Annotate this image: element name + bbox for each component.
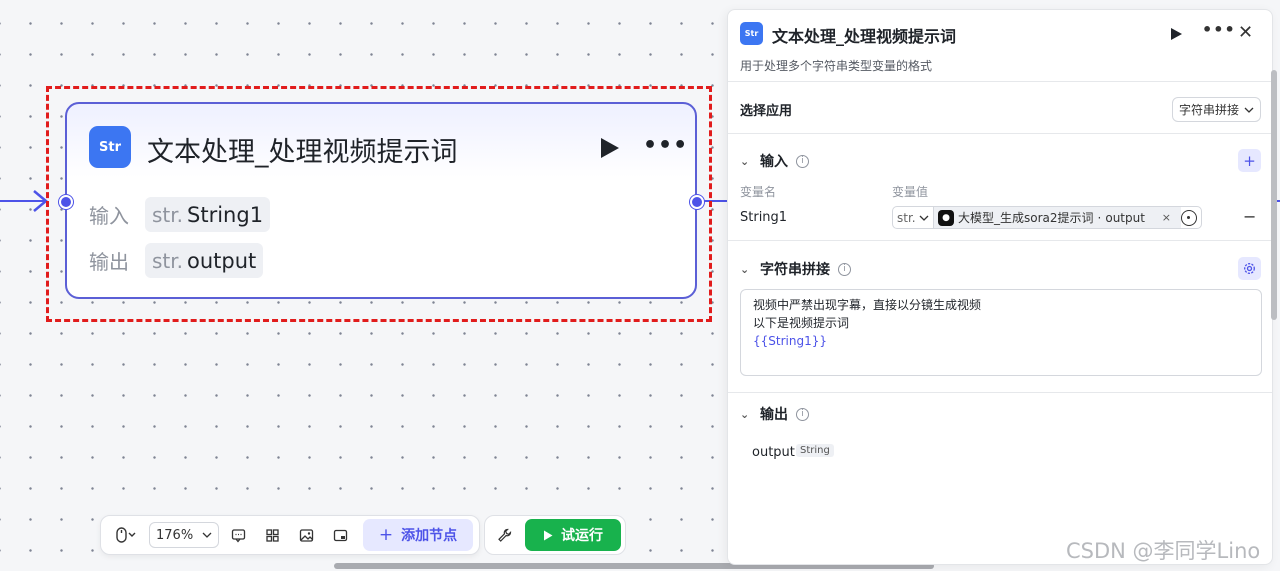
node-settings-panel: Str 文本处理_处理视频提示词 ••• ✕ 用于处理多个字符串类型变量的格式 … [727, 9, 1273, 565]
text-process-node[interactable]: Str 文本处理_处理视频提示词 ••• 输入 str. String1 输出 … [65, 102, 697, 299]
string-puzzle-icon: Str [740, 22, 763, 45]
divider [728, 240, 1272, 241]
minimap-button[interactable] [325, 521, 355, 549]
input-section-title: 输入 [760, 154, 788, 170]
add-node-label: 添加节点 [401, 528, 458, 544]
chevron-down-icon [1244, 107, 1254, 113]
mouse-mode-button[interactable] [107, 521, 145, 549]
close-icon[interactable]: ✕ [1238, 22, 1253, 43]
node-output-type: str. [152, 248, 184, 273]
image-button[interactable] [291, 521, 321, 549]
divider [728, 81, 1272, 82]
output-type-badge: String [796, 444, 834, 457]
gear-icon [1244, 263, 1255, 274]
node-input-value: String1 [187, 202, 264, 227]
ref-separator: · [1097, 210, 1102, 225]
output-section-header[interactable]: ⌄ 输出 i [740, 404, 809, 424]
test-run-button[interactable]: 试运行 [525, 519, 621, 551]
concat-section-header[interactable]: ⌄ 字符串拼接 i [740, 259, 851, 279]
clear-icon[interactable]: × [1156, 211, 1177, 224]
minimap-icon [333, 529, 347, 541]
add-variable-button[interactable]: + [1238, 149, 1261, 172]
node-output-port[interactable] [690, 195, 704, 209]
plus-icon: + [378, 525, 394, 545]
target-icon[interactable] [1181, 209, 1197, 226]
output-section-title: 输出 [760, 407, 788, 423]
variable-type-select[interactable]: str. [893, 207, 934, 228]
chevron-down-icon [202, 532, 212, 538]
node-input-tag: str. String1 [145, 197, 271, 232]
concat-section-title: 字符串拼接 [760, 262, 830, 278]
image-icon [299, 528, 313, 542]
divider [728, 133, 1272, 134]
chevron-down-icon: ⌄ [740, 262, 750, 276]
select-app-dropdown[interactable]: 字符串拼接 [1172, 97, 1261, 122]
wrench-icon [497, 528, 511, 542]
col-variable-value: 变量值 [892, 185, 929, 199]
remove-variable-icon[interactable]: − [1243, 207, 1256, 226]
zoom-value: 176% [156, 527, 194, 543]
play-icon [544, 530, 553, 540]
comment-button[interactable] [223, 521, 253, 549]
play-icon[interactable] [597, 136, 621, 160]
chevron-down-icon [919, 215, 929, 221]
variable-ref-field: output [1105, 210, 1145, 225]
node-input-type: str. [152, 202, 184, 227]
variable-ref-source: 大模型_生成sora2提示词 [958, 211, 1094, 225]
variable-name: String1 [740, 210, 788, 225]
test-run-label: 试运行 [561, 528, 603, 544]
zoom-select[interactable]: 176% [149, 522, 219, 548]
input-section-header[interactable]: ⌄ 输入 i [740, 151, 809, 171]
node-input-port[interactable] [59, 195, 73, 209]
panel-title: 文本处理_处理视频提示词 [772, 27, 957, 46]
variable-type-value: str. [897, 210, 916, 225]
run-toolbar: 试运行 [484, 515, 626, 555]
vertical-scrollbar[interactable] [1271, 70, 1277, 320]
node-title: 文本处理_处理视频提示词 [147, 137, 458, 168]
col-variable-name: 变量名 [740, 185, 777, 199]
canvas-toolbar: 176% + 添加节点 [100, 515, 480, 555]
node-output-value: output [187, 248, 257, 273]
comment-icon [231, 528, 245, 543]
node-output-label: 输出 [89, 250, 129, 274]
layout-button[interactable] [257, 521, 287, 549]
play-icon[interactable] [1168, 26, 1184, 42]
select-app-value: 字符串拼接 [1179, 103, 1240, 117]
llm-node-icon: ● [938, 209, 954, 226]
plus-icon: + [1243, 151, 1256, 170]
select-app-label: 选择应用 [740, 104, 793, 119]
debug-settings-button[interactable] [489, 521, 519, 549]
more-icon[interactable]: ••• [1202, 20, 1236, 39]
concat-template-editor[interactable]: 视频中严禁出现字幕，直接以分镜生成视频 以下是视频提示词 {{String1}} [740, 289, 1262, 376]
string-puzzle-icon: Str [89, 126, 131, 168]
variable-value-field[interactable]: str. ● 大模型_生成sora2提示词 · output × [892, 206, 1202, 229]
info-icon[interactable]: i [838, 262, 851, 276]
variable-reference: ● 大模型_生成sora2提示词 · output × [934, 207, 1181, 228]
chevron-down-icon: ⌄ [740, 154, 750, 168]
node-output-tag: str. output [145, 243, 264, 278]
info-icon[interactable]: i [796, 407, 809, 421]
concat-settings-button[interactable] [1238, 257, 1261, 280]
grid-layout-icon [265, 528, 279, 542]
template-variable: {{String1}} [753, 334, 827, 348]
divider [728, 392, 1272, 393]
panel-description: 用于处理多个字符串类型变量的格式 [740, 59, 933, 73]
node-input-row: 输入 str. String1 [89, 197, 271, 232]
watermark: CSDN @李同学Lino [1066, 539, 1261, 563]
chevron-down-icon: ⌄ [740, 407, 750, 421]
more-icon[interactable]: ••• [643, 134, 688, 158]
output-name: output [752, 445, 795, 460]
template-line-1: 视频中严禁出现字幕，直接以分镜生成视频 [753, 298, 982, 312]
template-line-2: 以下是视频提示词 [753, 316, 850, 330]
info-icon[interactable]: i [796, 154, 809, 168]
node-output-row: 输出 str. output [89, 243, 264, 278]
mouse-icon [116, 527, 136, 543]
add-node-button[interactable]: + 添加节点 [363, 519, 473, 551]
node-input-label: 输入 [89, 204, 129, 228]
